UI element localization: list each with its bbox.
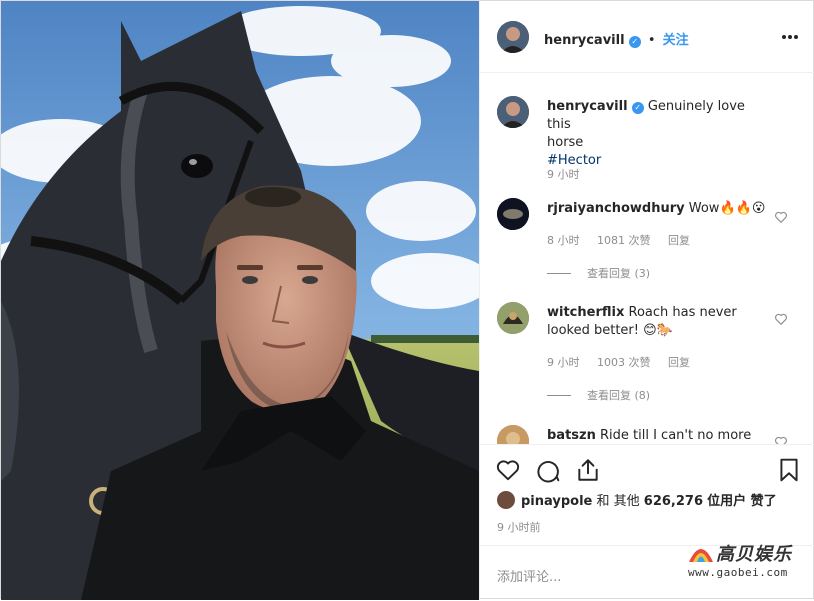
comment-meta: 9 小时 1003 次赞 回复 xyxy=(547,354,704,370)
liker-username[interactable]: pinaypole xyxy=(521,494,592,509)
heart-outline-icon xyxy=(775,436,787,444)
comment-emoji: 😊🐎 xyxy=(643,323,673,338)
post-photo[interactable] xyxy=(1,1,479,600)
comment-likes[interactable]: 1003 次赞 xyxy=(597,356,651,369)
header-user-line: henrycavill ✓ • 关注 xyxy=(544,29,689,48)
author-username[interactable]: henrycavill xyxy=(544,33,625,48)
post-header: henrycavill ✓ • 关注 xyxy=(480,1,814,73)
comment-username[interactable]: batszn xyxy=(547,428,596,443)
comment-button[interactable] xyxy=(535,457,561,483)
caption-time[interactable]: 9 小时 xyxy=(547,166,580,182)
avatar-image xyxy=(497,302,529,334)
post-timestamp[interactable]: 9 小时前 xyxy=(497,519,541,535)
heart-icon xyxy=(496,460,520,481)
bookmark-icon xyxy=(780,458,798,482)
comment-bubble-icon xyxy=(537,461,560,483)
comment-item: witcherflix Roach has never looked bette… xyxy=(497,302,797,402)
view-replies-label: 查看回复 (8) xyxy=(587,389,651,402)
comment-body: Roach has never xyxy=(628,305,737,320)
view-replies-label: 查看回复 (3) xyxy=(587,267,651,280)
comment-item: rjraiyanchowdhury Wow🔥🔥😮 8 小时 1081 次赞 回复… xyxy=(497,198,797,288)
reply-button[interactable]: 回复 xyxy=(668,234,690,247)
avatar-image xyxy=(497,96,529,128)
avatar-image xyxy=(497,425,529,444)
like-comment-heart-icon[interactable] xyxy=(774,312,788,326)
reply-button[interactable]: 回复 xyxy=(668,356,690,369)
commenter-avatar[interactable] xyxy=(497,198,529,230)
avatar-image xyxy=(497,21,529,53)
likes-suffix: 位用户 赞了 xyxy=(707,494,777,509)
like-comment-heart-icon[interactable] xyxy=(774,210,788,224)
comment-body: Wow xyxy=(688,201,720,216)
comment-text: batszn Ride till I can't no more xyxy=(547,427,767,444)
more-horizontal-icon xyxy=(782,35,798,39)
like-comment-heart-icon[interactable] xyxy=(774,435,788,444)
watermark-logo: 高贝娱乐 www.gaobei.com xyxy=(686,540,806,586)
view-replies-button[interactable]: 查看回复 (3) xyxy=(547,265,650,281)
verified-badge-icon: ✓ xyxy=(628,36,641,48)
comment-time[interactable]: 9 小时 xyxy=(547,356,580,369)
replies-divider xyxy=(547,273,571,274)
heart-outline-icon xyxy=(775,313,787,326)
liker-avatar xyxy=(497,491,515,509)
likes-count[interactable]: 626,276 xyxy=(644,494,703,509)
watermark-site: www.gaobei.com xyxy=(688,566,788,579)
caption: henrycavill ✓ Genuinely love this horse … xyxy=(497,96,797,186)
author-avatar[interactable] xyxy=(497,21,529,53)
caption-text: henrycavill ✓ Genuinely love this horse … xyxy=(547,98,767,170)
share-upload-icon xyxy=(578,459,598,481)
comment-time[interactable]: 8 小时 xyxy=(547,234,580,247)
caption-username[interactable]: henrycavill xyxy=(547,99,628,114)
likes-summary[interactable]: pinaypole 和 其他 626,276 位用户 赞了 xyxy=(497,490,777,509)
comment-body-line2: looked better! xyxy=(547,323,639,338)
avatar-image xyxy=(497,198,529,230)
follow-button[interactable]: 关注 xyxy=(663,33,689,48)
more-options-icon[interactable] xyxy=(780,27,800,47)
caption-avatar[interactable] xyxy=(497,96,529,128)
comment-body: Ride till I can't no more xyxy=(600,428,752,443)
comment-username[interactable]: rjraiyanchowdhury xyxy=(547,201,685,216)
save-button[interactable] xyxy=(776,457,802,483)
heart-outline-icon xyxy=(775,211,787,224)
share-button[interactable] xyxy=(575,457,601,483)
commenter-avatar[interactable] xyxy=(497,425,529,444)
post-side-panel: henrycavill ✓ • 关注 henrycavill ✓ Genuine… xyxy=(479,1,814,600)
post-image xyxy=(1,1,479,600)
comments-list[interactable]: henrycavill ✓ Genuinely love this horse … xyxy=(480,74,814,444)
add-comment-input[interactable]: 添加评论... xyxy=(497,566,561,585)
comment-emoji: 🔥🔥😮 xyxy=(719,201,766,216)
like-button[interactable] xyxy=(495,457,521,483)
verified-badge-icon: ✓ xyxy=(631,102,644,114)
comment-item: batszn Ride till I can't no more xyxy=(497,425,797,444)
comment-text: rjraiyanchowdhury Wow🔥🔥😮 xyxy=(547,200,767,218)
caption-line2: horse xyxy=(547,135,584,150)
replies-divider xyxy=(547,395,571,396)
rainbow-logo-icon xyxy=(689,549,713,562)
comment-meta: 8 小时 1081 次赞 回复 xyxy=(547,232,704,248)
header-separator: • xyxy=(647,33,656,48)
likes-middle-text: 和 其他 xyxy=(596,494,640,509)
post-actions: pinaypole 和 其他 626,276 位用户 赞了 9 小时前 添加评论… xyxy=(480,444,814,600)
instagram-post-window: henrycavill ✓ • 关注 henrycavill ✓ Genuine… xyxy=(0,0,814,600)
comment-likes[interactable]: 1081 次赞 xyxy=(597,234,651,247)
watermark-brand: 高贝娱乐 xyxy=(716,544,792,565)
commenter-avatar[interactable] xyxy=(497,302,529,334)
view-replies-button[interactable]: 查看回复 (8) xyxy=(547,387,650,403)
comment-username[interactable]: witcherflix xyxy=(547,305,624,320)
comment-text: witcherflix Roach has never looked bette… xyxy=(547,304,767,340)
